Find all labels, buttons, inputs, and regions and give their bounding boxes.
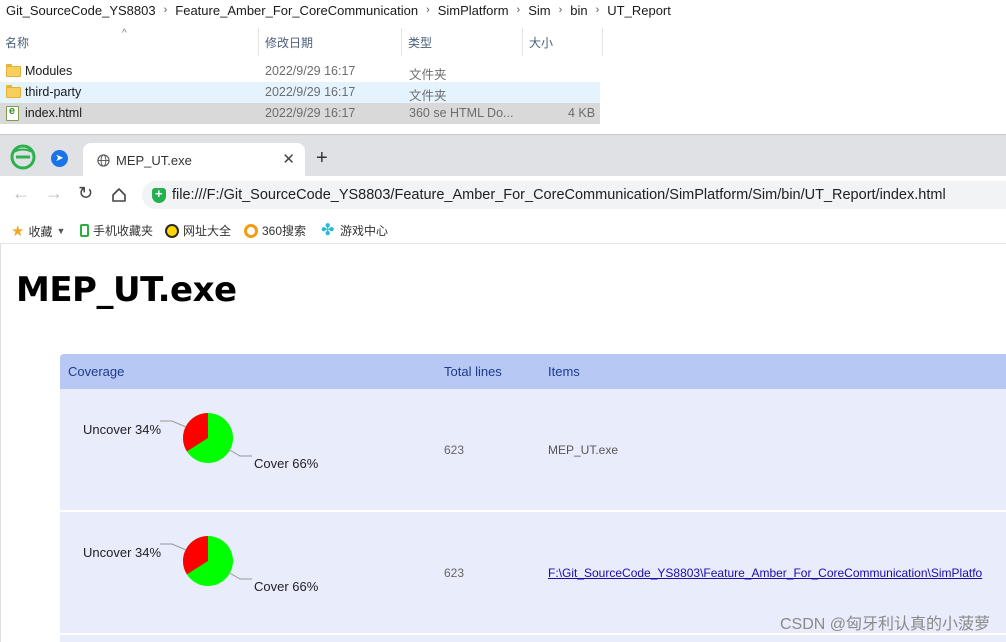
table-row: Uncover 34% Cover 66% 623 MEP_UT.exe [60, 389, 1006, 511]
browser-logo-icon[interactable] [10, 144, 36, 170]
bookmark-sites[interactable]: 网址大全 [165, 222, 231, 239]
coverage-pie-chart [160, 413, 252, 463]
reload-button[interactable]: ↻ [78, 183, 93, 204]
file-date: 2022/9/29 16:17 [265, 64, 356, 78]
chevron-right-icon: › [516, 4, 521, 16]
breadcrumb-item[interactable]: Git_SourceCode_YS8803 [6, 3, 156, 18]
coverage-table: Coverage Total lines Items Uncover 34% C… [60, 354, 1006, 642]
home-icon[interactable] [111, 187, 127, 203]
bookmark-label: 游戏中心 [340, 224, 389, 238]
column-divider[interactable] [258, 28, 259, 56]
page-title: MEP_UT.exe [16, 270, 237, 310]
breadcrumb-item[interactable]: Sim [528, 3, 550, 18]
tab-mep-ut[interactable]: MEP_UT.exe ✕ [83, 143, 305, 177]
coverage-pie-chart [160, 536, 252, 586]
file-row[interactable]: third-party 2022/9/29 16:17 文件夹 [0, 82, 600, 103]
header-coverage: Coverage [68, 364, 125, 379]
watermark: CSDN @匈牙利认真的小菠萝 [779, 616, 990, 633]
file-name: index.html [25, 106, 82, 120]
column-divider[interactable] [401, 28, 402, 56]
bookmark-label: 360搜索 [262, 224, 307, 238]
total-lines-value: 623 [444, 443, 465, 457]
bookmarks-bar: ★ 收藏 ▼ 手机收藏夹 网址大全 360搜索 ✤ 游戏中心 [0, 214, 1006, 244]
address-bar-row: ← → ↻ file:///F:/Git_SourceCode_YS8803/F… [0, 176, 1006, 214]
sort-up-icon: ^ [122, 28, 127, 39]
bookmark-favorites[interactable]: ★ 收藏 ▼ [11, 222, 65, 240]
web-directory-icon [165, 223, 179, 238]
item-name: MEP_UT.exe [548, 443, 619, 457]
column-header-name[interactable]: 名称 [5, 34, 29, 51]
item-path-link[interactable]: F:\Git_SourceCode_YS8803\Feature_Amber_F… [548, 566, 982, 580]
phone-icon [80, 224, 89, 237]
bookmark-search[interactable]: 360搜索 [244, 222, 306, 239]
file-size: 4 KB [568, 106, 596, 120]
breadcrumb-item[interactable]: SimPlatform [438, 3, 509, 18]
uncover-leader-line [160, 543, 187, 551]
column-header-size[interactable]: 大小 [529, 34, 553, 51]
tab-strip: ➤ MEP_UT.exe ✕ + [0, 134, 1006, 177]
file-name: Modules [25, 64, 73, 78]
column-divider[interactable] [522, 28, 523, 56]
file-type: 360 se HTML Do... [409, 106, 514, 120]
file-type: 文件夹 [409, 89, 447, 103]
column-headers: ^ 名称 修改日期 类型 大小 [0, 28, 604, 56]
column-header-type[interactable]: 类型 [408, 34, 432, 51]
gamepad-icon: ✤ [321, 222, 335, 239]
uncover-leader-line [160, 420, 187, 428]
total-lines-value: 623 [444, 566, 465, 580]
url-bar[interactable]: file:///F:/Git_SourceCode_YS8803/Feature… [142, 181, 1006, 209]
file-type: 文件夹 [409, 68, 447, 82]
close-icon[interactable]: ✕ [282, 150, 295, 168]
file-date: 2022/9/29 16:17 [265, 106, 356, 120]
page-content: MEP_UT.exe Coverage Total lines Items Un… [0, 244, 1006, 642]
folder-icon [6, 85, 21, 98]
header-items: Items [548, 364, 580, 379]
column-divider[interactable] [602, 28, 603, 56]
bookmark-label: 收藏 [28, 224, 53, 239]
chevron-right-icon: › [426, 4, 430, 16]
forward-button[interactable]: → [45, 183, 63, 204]
header-total-lines: Total lines [444, 364, 502, 379]
file-row-selected[interactable]: index.html 2022/9/29 16:17 360 se HTML D… [0, 103, 600, 124]
security-shield-icon [152, 186, 166, 203]
dropdown-arrow-icon[interactable]: ▼ [56, 226, 65, 236]
chevron-right-icon: › [163, 4, 168, 16]
globe-icon [97, 154, 110, 167]
browser-window: ➤ MEP_UT.exe ✕ + ← → ↻ file:///F:/Git_So… [0, 134, 1006, 642]
search-icon [244, 223, 258, 238]
table-row [60, 635, 1006, 642]
bookmark-games[interactable]: ✤ 游戏中心 [321, 222, 388, 239]
breadcrumb: Git_SourceCode_YS8803 › Feature_Amber_Fo… [0, 0, 671, 20]
chevron-right-icon: › [595, 4, 600, 16]
back-button[interactable]: ← [12, 183, 30, 204]
cover-leader-line [227, 571, 252, 580]
bookmark-mobile[interactable]: 手机收藏夹 [80, 222, 153, 239]
file-row[interactable]: Modules 2022/9/29 16:17 文件夹 [0, 61, 600, 82]
file-explorer: Git_SourceCode_YS8803 › Feature_Amber_Fo… [0, 0, 1006, 134]
star-icon: ★ [11, 223, 25, 240]
breadcrumb-item[interactable]: bin [570, 3, 587, 18]
breadcrumb-item[interactable]: Feature_Amber_For_CoreCommunication [175, 3, 418, 18]
table-header: Coverage Total lines Items [60, 354, 1006, 389]
cover-leader-line [227, 448, 252, 457]
chevron-right-icon: › [558, 4, 563, 16]
html-file-icon [6, 105, 19, 121]
bookmark-label: 网址大全 [183, 224, 232, 238]
uncover-label: Uncover 34% [83, 422, 162, 437]
file-date: 2022/9/29 16:17 [265, 85, 356, 99]
url-text[interactable]: file:///F:/Git_SourceCode_YS8803/Feature… [172, 187, 946, 203]
folder-icon [6, 64, 21, 77]
tab-title: MEP_UT.exe [116, 153, 192, 168]
file-name: third-party [25, 85, 82, 99]
uncover-label: Uncover 34% [83, 545, 162, 560]
bookmark-label: 手机收藏夹 [93, 224, 154, 238]
paper-plane-icon[interactable]: ➤ [51, 150, 68, 167]
new-tab-button[interactable]: + [316, 147, 328, 170]
breadcrumb-item[interactable]: UT_Report [607, 3, 671, 18]
column-header-date[interactable]: 修改日期 [265, 34, 313, 51]
